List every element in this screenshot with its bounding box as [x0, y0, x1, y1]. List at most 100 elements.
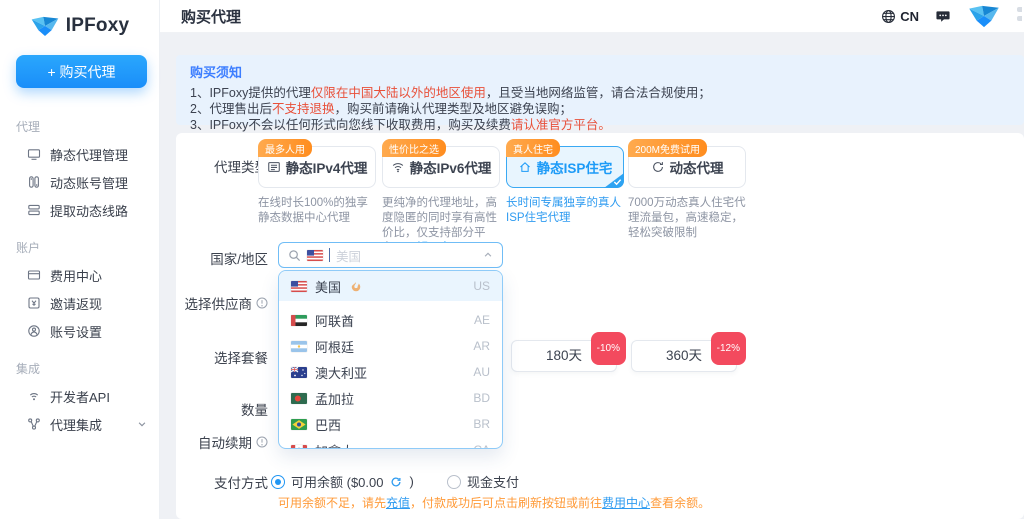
payment-note: 可用余额不足，请先充值，付款成功后可点击刷新按钮或前往费用中心查看余额。 — [278, 494, 710, 511]
balance-option-label: 可用余额 ($0.00 — [291, 472, 383, 491]
flag-AU — [291, 367, 307, 378]
plan-label: 选择套餐 — [176, 347, 268, 367]
sidebar-item-开发者API[interactable]: 开发者API — [0, 382, 159, 410]
top-header: 购买代理 CN — [160, 0, 1024, 33]
flag-US — [307, 250, 323, 261]
proxy-type-静态ISP住宅: 真人住宅 静态ISP住宅 长时间专属独享的真人ISP住宅代理 — [506, 133, 624, 226]
header-actions: CN — [881, 4, 1024, 28]
country-option-US[interactable]: 美国 US — [279, 271, 502, 301]
radio-unselected[interactable] — [447, 475, 461, 489]
proxy-type-badge: 真人住宅 — [506, 139, 560, 157]
sidebar-item-邀请返现[interactable]: 邀请返现 — [0, 289, 159, 317]
recharge-link[interactable]: 充值 — [386, 496, 410, 510]
cash-option-label: 现金支付 — [467, 472, 519, 491]
purchase-form: 代理类型 国家/地区 选择供应商 选择套餐 数量 自动续期 支付方式 最多人用 … — [176, 133, 1024, 519]
quantity-label: 数量 — [176, 399, 268, 419]
country-option-AU[interactable]: 澳大利亚 AU — [279, 359, 502, 385]
cashback-icon — [27, 296, 41, 310]
country-code: BD — [473, 391, 490, 405]
sidebar: IPFoxy + 购买代理 代理 静态代理管理 动态账号管理 提取动态线路 账户… — [0, 0, 160, 519]
user-avatar-logo[interactable] — [967, 4, 1001, 28]
payment-option-balance[interactable]: 可用余额 ($0.00 ) — [271, 472, 414, 491]
sidebar-item-提取动态线路[interactable]: 提取动态线路 — [0, 196, 159, 224]
proxy-type-动态代理: 200M免费试用 动态代理 7000万动态真人住宅代理流量包，高速稳定，轻松突破… — [628, 133, 746, 241]
sidebar-item-费用中心[interactable]: 费用中心 — [0, 261, 159, 289]
discount-badge: -10% — [591, 332, 626, 365]
country-option-AE[interactable]: 阿联酋 AE — [279, 307, 502, 333]
proxy-type-badge: 200M免费试用 — [628, 139, 707, 157]
country-option-CA[interactable]: 加拿大 CA — [279, 437, 502, 449]
api-icon — [27, 389, 41, 403]
notice-line: 3、IPFoxy不会以任何形式向您线下收取费用，购买及续费请认准官方平台。 — [190, 117, 1010, 133]
purchase-notice: 购买须知 1、IPFoxy提供的代理仅限在中国大陆以外的地区使用，且受当地网络监… — [176, 55, 1024, 125]
plan-option-180天[interactable]: -10% 180天 — [511, 340, 617, 372]
country-dropdown: 美国 US 阿联酋 AE 阿根廷 AR 澳大利亚 AU 孟加拉 BD 巴西 BR… — [278, 270, 503, 449]
sidebar-item-代理集成[interactable]: 代理集成 — [0, 410, 159, 438]
ipfoxy-logo: IPFoxy — [0, 0, 159, 37]
chevron-down-icon — [137, 419, 147, 429]
loop-icon — [651, 160, 665, 174]
billing-icon — [27, 268, 41, 282]
sidebar-section-title: 账户 — [16, 239, 159, 256]
proxy-type-label: 代理类型 — [176, 156, 268, 176]
auto-renew-label: 自动续期 — [176, 432, 268, 452]
lines-icon — [27, 203, 41, 217]
signal-icon — [391, 160, 405, 174]
page-title: 购买代理 — [181, 6, 241, 27]
notice-line: 2、代理售出后不支持退换，购买前请确认代理类型及地区避免误购； — [190, 101, 1010, 117]
proxy-type-静态IPv6代理: 性价比之选 静态IPv6代理 更纯净的代理地址，高度隐匿的同时享有高性价比，仅支… — [382, 133, 500, 256]
flag-AE — [291, 315, 307, 326]
country-code: CA — [473, 443, 490, 449]
radio-selected[interactable] — [271, 475, 285, 489]
plan-option-360天[interactable]: -12% 360天 — [631, 340, 737, 372]
info-icon[interactable] — [256, 297, 268, 309]
refresh-balance-icon[interactable] — [390, 476, 402, 488]
sidebar-section-title: 代理 — [16, 118, 159, 135]
country-code: AR — [473, 339, 490, 353]
flag-BR — [291, 419, 307, 430]
search-icon — [288, 249, 301, 262]
buy-proxy-button[interactable]: + 购买代理 — [16, 55, 147, 88]
supplier-label: 选择供应商 — [176, 293, 268, 313]
proxy-type-badge: 性价比之选 — [382, 139, 446, 157]
country-option-BD[interactable]: 孟加拉 BD — [279, 385, 502, 411]
globe-icon — [881, 9, 896, 24]
account-icon — [27, 175, 41, 189]
info-icon[interactable] — [256, 436, 268, 448]
discount-badge: -12% — [711, 332, 746, 365]
sidebar-nav: 代理 静态代理管理 动态账号管理 提取动态线路 账户 费用中心 邀请返现 账号设… — [0, 103, 159, 438]
language-label: CN — [900, 9, 919, 24]
proxy-type-badge: 最多人用 — [258, 139, 312, 157]
country-code: BR — [473, 417, 490, 431]
integration-icon — [27, 417, 41, 431]
fox-icon — [30, 15, 60, 37]
country-option-AR[interactable]: 阿根廷 AR — [279, 333, 502, 359]
home-icon — [518, 160, 532, 174]
language-switcher[interactable]: CN — [881, 9, 919, 24]
sidebar-section-title: 集成 — [16, 360, 159, 377]
country-search-input[interactable]: 美国 — [278, 242, 503, 268]
account-settings-icon — [27, 324, 41, 338]
logo-text: IPFoxy — [66, 15, 130, 37]
chevron-up-icon[interactable] — [483, 250, 493, 260]
payment-option-cash[interactable]: 现金支付 — [447, 472, 519, 491]
proxy-type-静态IPv4代理: 最多人用 静态IPv4代理 在线时长100%的独享静态数据中心代理 — [258, 133, 376, 226]
monitor-icon — [27, 147, 41, 161]
flag-AR — [291, 341, 307, 352]
country-code: AE — [474, 313, 490, 327]
sidebar-item-账号设置[interactable]: 账号设置 — [0, 317, 159, 345]
payment-label: 支付方式 — [176, 472, 268, 492]
country-option-BR[interactable]: 巴西 BR — [279, 411, 502, 437]
sidebar-item-动态账号管理[interactable]: 动态账号管理 — [0, 168, 159, 196]
server-icon — [267, 160, 281, 174]
text-caret — [329, 248, 330, 262]
truncated-user-info — [1017, 7, 1022, 25]
billing-center-link[interactable]: 费用中心 — [602, 496, 650, 510]
sidebar-item-静态代理管理[interactable]: 静态代理管理 — [0, 140, 159, 168]
notice-title: 购买须知 — [190, 62, 1010, 81]
country-placeholder: 美国 — [336, 246, 361, 265]
country-code: US — [473, 279, 490, 293]
flag-CA — [291, 445, 307, 450]
notice-line: 1、IPFoxy提供的代理仅限在中国大陆以外的地区使用，且受当地网络监管，请合法… — [190, 85, 1010, 101]
chat-icon[interactable] — [935, 9, 951, 24]
